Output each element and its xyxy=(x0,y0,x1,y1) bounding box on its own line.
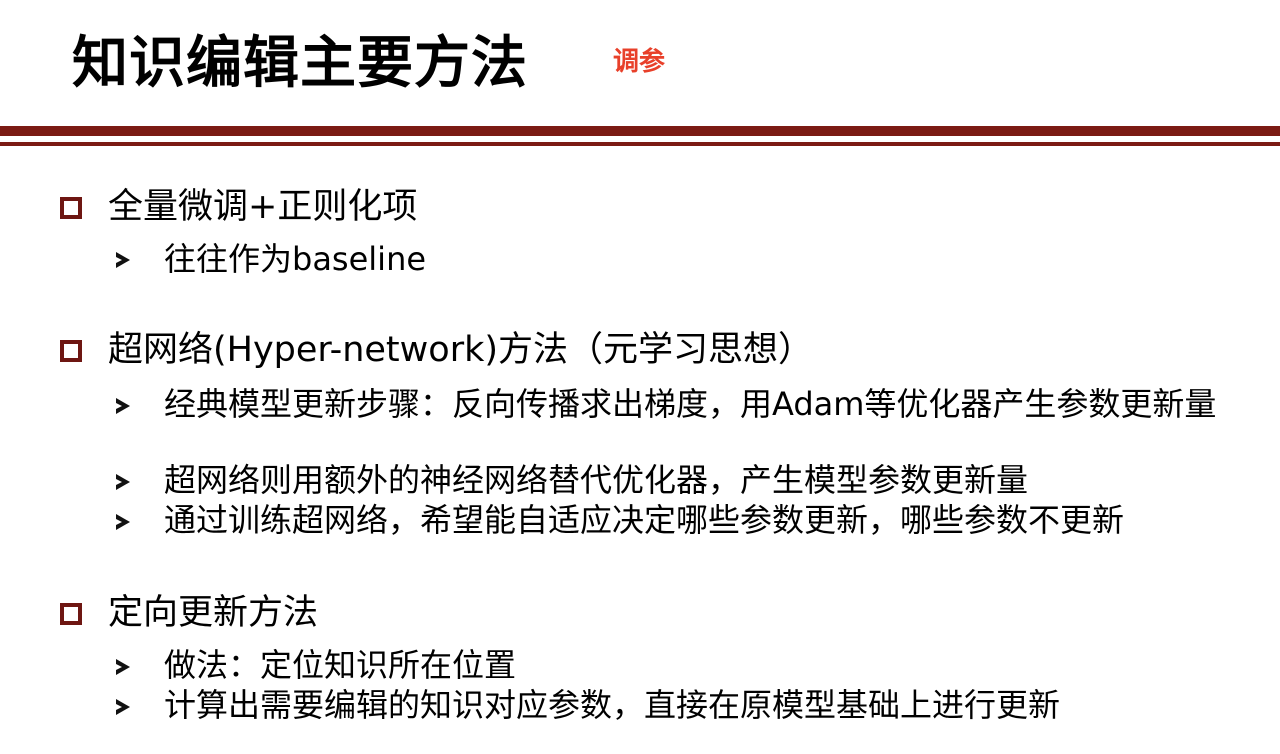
section-heading: 超网络(Hyper-network)方法（元学习思想） xyxy=(108,330,814,370)
arrow-bullet-icon xyxy=(116,252,130,268)
list-item: 超网络则用额外的神经网络替代优化器，产生模型参数更新量 xyxy=(164,461,1029,499)
hollow-square-bullet-icon xyxy=(60,603,82,625)
header-rule-thick xyxy=(0,126,1280,136)
slide-title: 知识编辑主要方法 xyxy=(72,31,528,96)
arrow-bullet-icon xyxy=(116,699,130,715)
list-item: 通过训练超网络，希望能自适应决定哪些参数更新，哪些参数不更新 xyxy=(164,501,1125,539)
slide-tag: 调参 xyxy=(613,47,666,77)
arrow-bullet-icon xyxy=(116,659,130,675)
hollow-square-bullet-icon xyxy=(60,340,82,362)
section-heading: 全量微调+正则化项 xyxy=(108,187,418,227)
list-item: 经典模型更新步骤：反向传播求出梯度，用Adam等优化器产生参数更新量 xyxy=(164,385,1217,423)
arrow-bullet-icon xyxy=(116,398,130,414)
list-item: 往往作为baseline xyxy=(164,240,427,278)
list-item: 做法：定位知识所在位置 xyxy=(164,646,517,684)
arrow-bullet-icon xyxy=(116,474,130,490)
section-heading: 定向更新方法 xyxy=(108,593,319,633)
list-item: 计算出需要编辑的知识对应参数，直接在原模型基础上进行更新 xyxy=(164,686,1061,724)
header-rule-thin xyxy=(0,142,1280,146)
hollow-square-bullet-icon xyxy=(60,197,82,219)
arrow-bullet-icon xyxy=(116,514,130,530)
